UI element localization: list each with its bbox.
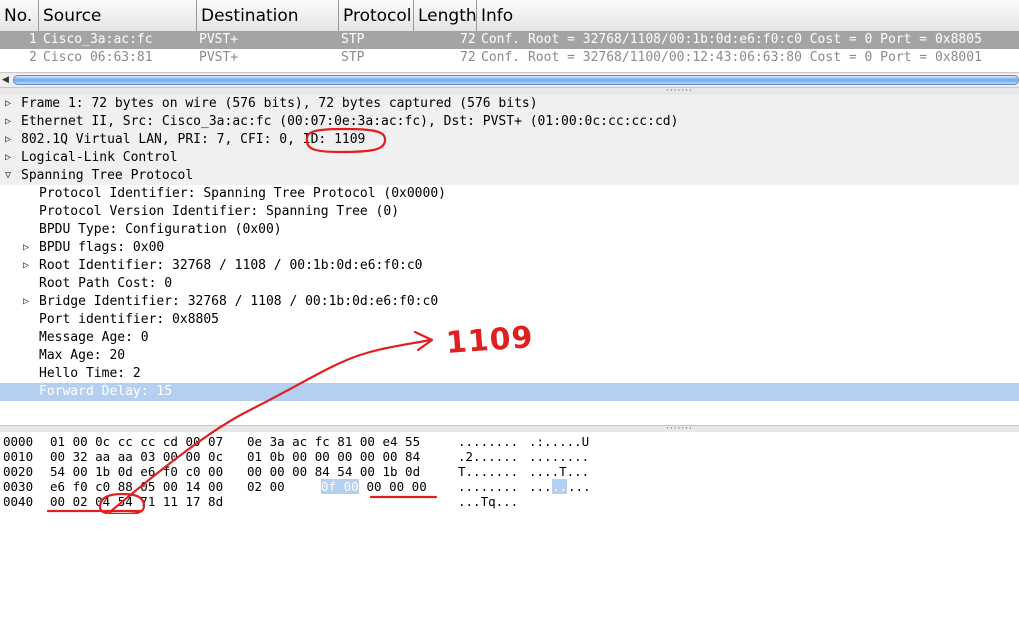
tree-row-label: Logical-Link Control (21, 150, 178, 165)
hex-offset: 0030 (3, 479, 34, 494)
hex-bytes: 02 00 (247, 479, 293, 494)
expand-triangle-icon[interactable]: ▷ (23, 257, 29, 275)
hex-bytes: 00 32 aa aa 03 00 00 0c (50, 449, 224, 464)
hex-bytes-highlight: 0f 00 (321, 479, 359, 494)
packet-destination: PVST+ (199, 50, 239, 63)
tree-row-label: Forward Delay: 15 (39, 384, 173, 399)
collapse-triangle-icon[interactable]: ▽ (5, 167, 11, 185)
tree-row-label: Root Identifier: 32768 / 1108 / 00:1b:0d… (39, 258, 423, 273)
hex-ascii: .:.....U (529, 434, 590, 449)
tree-row-label: Max Age: 20 (39, 348, 126, 363)
tree-row-label: BPDU flags: 0x00 (39, 240, 165, 255)
column-header-destination[interactable]: Destination (197, 0, 339, 31)
packet-bytes-pane: 0000 01 00 0c cc cc cd 00 07 0e 3a ac fc… (0, 432, 1019, 514)
annotation-vlan-number: 1109 (444, 319, 535, 362)
hex-bytes: 00 00 00 (359, 479, 427, 494)
packet-info: Conf. Root = 32768/1100/00:12:43:06:63:8… (481, 50, 982, 63)
tree-row-label: BPDU Type: Configuration (0x00) (39, 222, 282, 237)
packet-info: Conf. Root = 32768/1108/00:1b:0d:e6:f0:c… (481, 32, 982, 47)
tree-row-label: Hello Time: 2 (39, 366, 141, 381)
tree-protocol-row[interactable]: ▷ Ethernet II, Src: Cisco_3a:ac:fc (00:07… (0, 113, 1019, 131)
expand-triangle-icon[interactable]: ▷ (5, 113, 11, 131)
column-header-source[interactable]: Source (39, 0, 197, 31)
hex-ascii-highlight: .. (552, 479, 568, 494)
hex-bytes: 01 00 0c cc cc cd 00 07 (50, 434, 224, 449)
hex-ascii: ........ (529, 449, 590, 464)
packet-no: 1 (29, 32, 37, 47)
tree-row-label: Message Age: 0 (39, 330, 149, 345)
tree-field-row[interactable]: ▷ Root Identifier: 32768 / 1108 / 00:1b:0… (0, 257, 1019, 275)
packet-length: 72 (460, 50, 476, 63)
tree-row-label: Frame 1: 72 bytes on wire (576 bits), 72… (21, 96, 538, 111)
tree-field-row[interactable]: ▷ BPDU flags: 0x00 (0, 239, 1019, 257)
hex-bytes: 54 00 1b 0d e6 f0 c0 00 (50, 464, 224, 479)
hex-ascii: ... (568, 479, 591, 494)
tree-field-row[interactable]: Root Path Cost: 0 (0, 275, 1019, 293)
hex-offset: 0010 (3, 449, 34, 464)
tree-row-label: Root Path Cost: 0 (39, 276, 173, 291)
expand-triangle-icon[interactable]: ▷ (5, 95, 11, 113)
packet-list-header: No. Source Destination Protocol Length I… (0, 0, 1019, 32)
hex-bytes: 01 0b 00 00 00 00 00 84 (247, 449, 421, 464)
packet-source: Cisco_3a:ac:fc (43, 32, 153, 47)
tree-protocol-row[interactable]: ▷ Frame 1: 72 bytes on wire (576 bits), 7… (0, 95, 1019, 113)
expand-triangle-icon[interactable]: ▷ (23, 239, 29, 257)
packet-source: Cisco_06:63:81 (43, 50, 153, 63)
tree-protocol-row[interactable]: ▽ Spanning Tree Protocol (0, 167, 1019, 185)
tree-row-label: Bridge Identifier: 32768 / 1108 / 00:1b:… (39, 294, 439, 309)
tree-row-label: Spanning Tree Protocol (21, 168, 194, 183)
column-header-info[interactable]: Info (477, 0, 1019, 31)
packet-length: 72 (460, 32, 476, 47)
hex-bytes: 0e 3a ac fc 81 00 e4 55 (247, 434, 421, 449)
tree-row-label: Ethernet II, Src: Cisco_3a:ac:fc (00:07:… (21, 114, 679, 129)
tree-field-row[interactable]: Hello Time: 2 (0, 365, 1019, 383)
tree-field-row[interactable]: Protocol Version Identifier: Spanning Tr… (0, 203, 1019, 221)
hex-bytes: e6 f0 c0 88 05 00 14 00 (50, 479, 224, 494)
tree-field-row[interactable]: Protocol Identifier: Spanning Tree Proto… (0, 185, 1019, 203)
splitter-grip-icon: ······· (666, 86, 694, 96)
hex-offset: 0000 (3, 434, 34, 449)
tree-row-label: Protocol Version Identifier: Spanning Tr… (39, 204, 400, 219)
hex-offset: 0020 (3, 464, 34, 479)
expand-triangle-icon[interactable]: ▷ (5, 149, 11, 167)
hex-row: 0040 00 02 04 54 71 11 17 8d ...Tq... (0, 494, 518, 509)
tree-field-row[interactable]: Forward Delay: 15 (0, 383, 1019, 401)
hex-ascii: T....... (458, 464, 519, 479)
packet-destination: PVST+ (199, 32, 239, 47)
tree-protocol-row[interactable]: ▷ Logical-Link Control (0, 149, 1019, 167)
scrollbar-thumb[interactable] (13, 75, 1019, 85)
tree-field-row[interactable]: BPDU Type: Configuration (0x00) (0, 221, 1019, 239)
tree-row-label: Protocol Identifier: Spanning Tree Proto… (39, 186, 446, 201)
hex-row: 0020 54 00 1b 0d e6 f0 c0 00 00 00 00 84… (0, 464, 589, 479)
tree-row-label: 802.1Q Virtual LAN, PRI: 7, CFI: 0, ID: … (21, 132, 366, 147)
hex-ascii: ....T... (529, 464, 590, 479)
column-header-length[interactable]: Length (414, 0, 477, 31)
hex-bytes: 00 00 00 84 54 00 1b 0d (247, 464, 421, 479)
column-header-no[interactable]: No. (0, 0, 39, 31)
tree-field-row[interactable]: ▷ Bridge Identifier: 32768 / 1108 / 00:1b… (0, 293, 1019, 311)
hex-row: 0010 00 32 aa aa 03 00 00 0c 01 0b 00 00… (0, 449, 589, 464)
hex-ascii: ........ (458, 434, 519, 449)
column-header-protocol[interactable]: Protocol (339, 0, 414, 31)
packet-list-pane: No. Source Destination Protocol Length I… (0, 0, 1019, 89)
scroll-left-arrow-icon[interactable]: ◀ (2, 75, 12, 86)
hex-row: 0000 01 00 0c cc cc cd 00 07 0e 3a ac fc… (0, 434, 589, 449)
tree-row-label: Port identifier: 0x8805 (39, 312, 220, 327)
packet-protocol: STP (341, 32, 365, 47)
packet-row-selected[interactable]: 1 Cisco_3a:ac:fc PVST+ STP 72 Conf. Root… (0, 31, 1019, 49)
expand-triangle-icon[interactable]: ▷ (5, 131, 11, 149)
tree-protocol-row[interactable]: ▷ 802.1Q Virtual LAN, PRI: 7, CFI: 0, ID:… (0, 131, 1019, 149)
hex-row: 0030 e6 f0 c0 88 05 00 14 00 02 00 0f 00… (0, 479, 591, 494)
hex-ascii: .2...... (458, 449, 519, 464)
packet-no: 2 (29, 50, 37, 63)
packet-details-pane: ▷ Frame 1: 72 bytes on wire (576 bits), 7… (0, 95, 1019, 425)
hex-bytes: 00 02 04 54 71 11 17 8d (50, 494, 224, 509)
hex-ascii: ... (529, 479, 552, 494)
hex-ascii: ........ (458, 479, 519, 494)
hex-ascii: ...Tq... (458, 494, 519, 509)
expand-triangle-icon[interactable]: ▷ (23, 293, 29, 311)
hex-offset: 0040 (3, 494, 34, 509)
packet-row[interactable]: 2 Cisco_06:63:81 PVST+ STP 72 Conf. Root… (0, 49, 1019, 63)
packet-protocol: STP (341, 50, 365, 63)
